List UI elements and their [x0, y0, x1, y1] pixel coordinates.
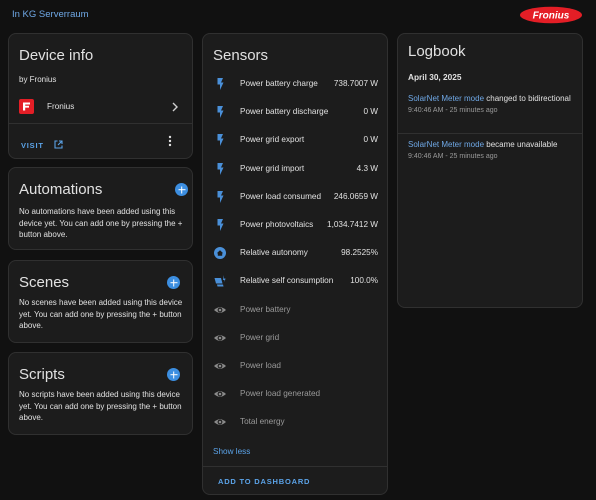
- device-info-title: Device info: [19, 47, 94, 64]
- fronius-integration-icon: [19, 99, 34, 114]
- sensor-row[interactable]: Power battery: [203, 297, 387, 325]
- sensor-name: Relative self consumption: [240, 276, 334, 286]
- more-vertical-icon[interactable]: [168, 135, 172, 147]
- logbook-entry: SolarNet Meter mode became unavailable 9…: [408, 139, 578, 162]
- area-link[interactable]: In KG Serverraum: [12, 9, 89, 20]
- sensor-name: Power grid import: [240, 163, 305, 173]
- sensor-name: Power photovoltaics: [240, 220, 314, 229]
- sensor-value: 1,034.7412 W: [327, 220, 378, 229]
- automations-empty-text: No automations have been added using thi…: [19, 207, 183, 239]
- sensor-value: 98.2525%: [341, 248, 378, 258]
- fronius-logo: Fronius: [520, 6, 582, 24]
- sensor-value: 738.7007 W: [333, 79, 378, 88]
- visit-button[interactable]: VISIT: [21, 135, 63, 150]
- sensor-row[interactable]: Power photovoltaics 1,034.7412 W: [203, 212, 387, 240]
- logbook-entry: SolarNet Meter mode changed to bidirecti…: [408, 93, 578, 116]
- flash-icon: [213, 218, 227, 232]
- sensor-value: 246.0659 W: [333, 191, 378, 201]
- add-automation-button[interactable]: [175, 183, 188, 196]
- sensor-name: Power load: [240, 361, 281, 370]
- sensor-name: Power grid: [240, 332, 280, 342]
- sensor-name: Power grid export: [240, 135, 305, 145]
- sensor-value: 4.3 W: [356, 163, 378, 173]
- flash-icon: [213, 77, 227, 91]
- sensor-row[interactable]: Relative self consumption 100.0%: [203, 268, 387, 296]
- sensor-row[interactable]: Power grid: [203, 325, 387, 353]
- solar-power-icon: [213, 274, 227, 288]
- sensor-value: 0 W: [363, 135, 378, 145]
- add-scene-button[interactable]: [167, 276, 180, 289]
- sensor-name: Power battery discharge: [240, 107, 329, 117]
- log-divider: [398, 133, 583, 134]
- flash-icon: [213, 190, 227, 204]
- sensor-row[interactable]: Power battery charge 738.7007 W: [203, 71, 387, 99]
- integration-row[interactable]: Fronius: [9, 96, 193, 118]
- sensor-name: Power load consumed: [240, 191, 322, 201]
- sensor-name: Relative autonomy: [240, 248, 308, 258]
- top-bar: In KG Serverraum Fronius: [0, 0, 596, 30]
- sensor-row[interactable]: Power battery discharge 0 W: [203, 99, 387, 127]
- logbook-card: Logbook April 30, 2025 SolarNet Meter mo…: [397, 33, 583, 308]
- chevron-right-icon: [172, 102, 178, 112]
- eye-icon: [213, 415, 227, 429]
- flash-icon: [213, 105, 227, 119]
- device-info-card: Device info by Fronius Fronius VISIT: [8, 33, 193, 159]
- sensor-row[interactable]: Power load: [203, 353, 387, 381]
- log-time: 9:40:46 AM - 25 minutes ago: [408, 106, 498, 114]
- visit-label: VISIT: [21, 141, 44, 150]
- sensor-row[interactable]: Power grid export 0 W: [203, 127, 387, 155]
- scripts-card: Scripts No scripts have been added using…: [8, 352, 193, 435]
- scenes-card: Scenes No scenes have been added using t…: [8, 260, 193, 343]
- sensor-value: 0 W: [363, 107, 378, 117]
- log-time: 9:40:46 AM - 25 minutes ago: [408, 152, 498, 160]
- sensor-name: Power battery: [240, 304, 291, 314]
- device-info-divider: [9, 123, 193, 124]
- sensor-row[interactable]: Power load generated: [203, 381, 387, 409]
- log-entity-link[interactable]: SolarNet Meter mode: [408, 94, 484, 103]
- sensor-name: Total energy: [240, 417, 285, 427]
- logbook-title: Logbook: [408, 43, 466, 60]
- sensor-value: 100.0%: [350, 276, 378, 286]
- flash-icon: [213, 162, 227, 176]
- scripts-title: Scripts: [19, 366, 65, 383]
- home-circle-icon: [213, 246, 227, 260]
- sensor-row[interactable]: Relative autonomy 98.2525%: [203, 240, 387, 268]
- open-in-new-icon: [54, 140, 63, 149]
- integration-name: Fronius: [47, 102, 75, 111]
- logbook-date: April 30, 2025: [408, 72, 462, 82]
- eye-icon: [213, 303, 227, 317]
- sensor-name: Power battery charge: [240, 79, 318, 88]
- show-less-button[interactable]: Show less: [213, 447, 250, 456]
- sensor-row[interactable]: Power load consumed 246.0659 W: [203, 184, 387, 212]
- sensor-name: Power load generated: [240, 389, 321, 399]
- manufacturer-text: by Fronius: [19, 75, 57, 84]
- automations-card: Automations No automations have been add…: [8, 167, 193, 250]
- eye-icon: [213, 359, 227, 373]
- logo-text: Fronius: [533, 11, 570, 22]
- eye-icon: [213, 331, 227, 345]
- scenes-empty-text: No scenes have been added using this dev…: [19, 298, 183, 330]
- log-message: became unavailable: [484, 140, 558, 149]
- add-to-dashboard-button[interactable]: ADD TO DASHBOARD: [218, 477, 310, 486]
- sensors-divider: [203, 466, 388, 467]
- sensor-row[interactable]: Total energy: [203, 409, 387, 437]
- sensor-row[interactable]: Power grid import 4.3 W: [203, 156, 387, 184]
- automations-title: Automations: [19, 181, 103, 198]
- log-message: changed to bidirectional: [484, 94, 571, 103]
- add-script-button[interactable]: [167, 368, 180, 381]
- flash-icon: [213, 133, 227, 147]
- log-entity-link[interactable]: SolarNet Meter mode: [408, 140, 484, 149]
- sensors-title: Sensors: [213, 47, 269, 64]
- scenes-title: Scenes: [19, 274, 70, 291]
- eye-icon: [213, 387, 227, 401]
- sensors-card: Sensors Power battery charge 738.7007 W Po…: [202, 33, 388, 495]
- scripts-empty-text: No scripts have been added using this de…: [19, 390, 182, 422]
